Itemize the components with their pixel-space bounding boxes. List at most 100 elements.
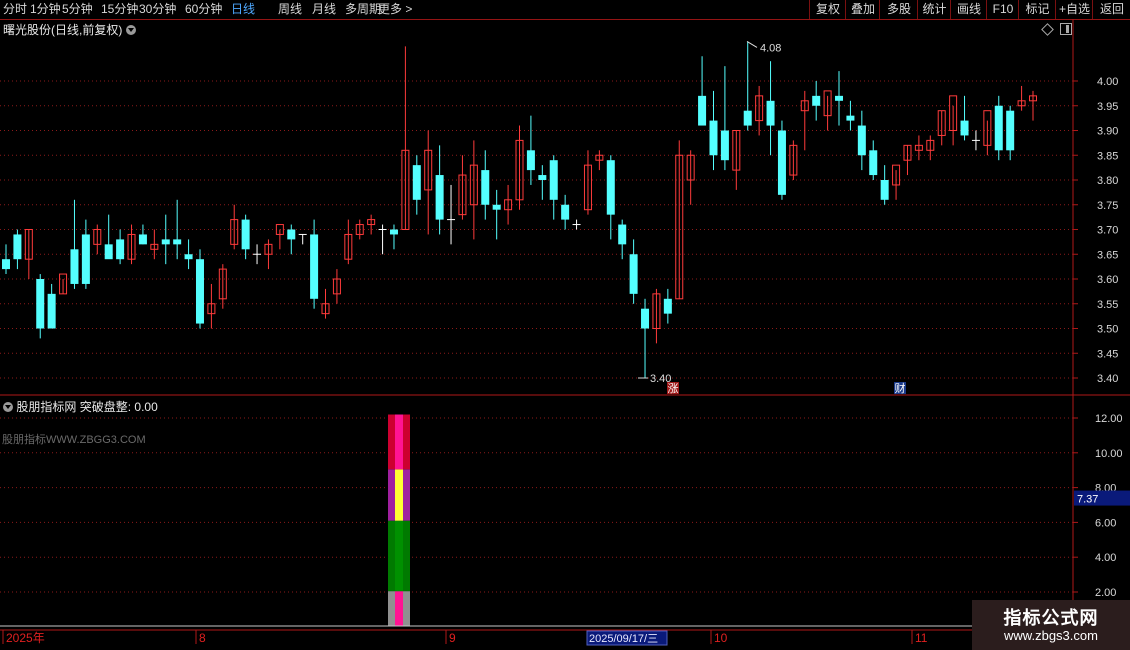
candle-body <box>36 279 45 329</box>
candle-body <box>606 160 615 215</box>
candle-body <box>412 165 421 200</box>
indicator-bar-inner <box>395 469 403 521</box>
logo-line2: www.zbgs3.com <box>1004 628 1098 643</box>
candle-body <box>2 259 10 270</box>
candle-body <box>743 110 752 126</box>
toolbar-button-7[interactable]: +自选 <box>1055 0 1093 19</box>
candle-body <box>195 259 204 324</box>
candle-body <box>994 105 1003 151</box>
top-toolbar: 分时 1分钟 5分钟 15分钟 30分钟 60分钟 日线 周线 月线 多周期 更多 > 复权 叠加 多股… <box>0 0 1130 20</box>
indicator-chart[interactable]: 12.0010.008.006.004.002.007.37 <box>0 396 1130 629</box>
time-axis: 2025年 8 9 10 11 2025/09/17/三 <box>0 629 1130 646</box>
event-mark-1: 财 <box>895 381 906 395</box>
candle-body <box>720 130 729 161</box>
tab-period-7[interactable]: 周线 <box>278 2 302 17</box>
y-tick-label: 3.60 <box>1097 274 1118 286</box>
candle-body <box>538 175 547 180</box>
tab-period-6[interactable]: 日线 <box>231 2 255 17</box>
candle-body <box>766 100 775 126</box>
indicator-bar-inner <box>395 591 403 626</box>
tab-period-9[interactable]: 多周期 <box>345 2 381 17</box>
y-tick-label: 3.45 <box>1097 348 1118 360</box>
candle-body <box>812 95 821 106</box>
price-chart[interactable]: 4.00 3.95 3.90 3.85 3.80 3.75 3.70 3.65 3.60 3.55… <box>0 19 1130 396</box>
tab-period-10[interactable]: 更多 > <box>378 2 412 17</box>
candle-body <box>310 234 319 299</box>
candle-body <box>138 234 147 245</box>
candle-body <box>104 244 113 260</box>
candle-body <box>835 95 844 101</box>
y-tick-label: 3.75 <box>1097 200 1118 212</box>
event-mark-0: 涨 <box>668 382 679 395</box>
toolbar-button-5[interactable]: F10 <box>986 0 1019 19</box>
candle-body <box>526 150 535 171</box>
candle-body <box>857 125 866 156</box>
logo-line1: 指标公式网 <box>1003 608 1099 628</box>
time-label-1: 8 <box>199 631 206 645</box>
toolbar-button-3[interactable]: 统计 <box>917 0 951 19</box>
y-tick-label: 12.00 <box>1095 413 1123 425</box>
y-tick-label: 3.55 <box>1097 299 1118 311</box>
time-label-0: 2025年 <box>6 631 45 645</box>
y-tick-label: 3.85 <box>1097 150 1118 162</box>
toolbar-button-1[interactable]: 叠加 <box>845 0 880 19</box>
candle-body <box>81 234 90 284</box>
candle-body <box>960 120 969 136</box>
candle-body <box>709 120 718 156</box>
site-logo: 指标公式网 www.zbgs3.com <box>972 600 1130 650</box>
tab-period-1[interactable]: 1分钟 <box>30 2 61 17</box>
candle-body <box>173 239 182 245</box>
y-tick-label: 3.95 <box>1097 101 1118 113</box>
y-tick-label: 3.65 <box>1097 249 1118 261</box>
candle-body <box>869 150 878 176</box>
toolbar-button-6[interactable]: 标记 <box>1018 0 1056 19</box>
y-tick-label: 3.80 <box>1097 175 1118 187</box>
y-tick-label: 4.00 <box>1097 76 1118 88</box>
high-marker-line <box>746 40 758 48</box>
candle-body <box>241 219 250 250</box>
y-tick-label: 10.00 <box>1095 448 1123 460</box>
tab-period-2[interactable]: 5分钟 <box>62 2 93 17</box>
candle-body <box>618 224 627 245</box>
toolbar-button-8[interactable]: 返回 <box>1092 0 1130 19</box>
candle-body <box>492 204 501 210</box>
candle-body <box>184 254 193 260</box>
tab-period-0[interactable]: 分时 <box>3 2 27 17</box>
tab-period-4[interactable]: 30分钟 <box>139 2 176 17</box>
time-label-4: 11 <box>915 631 928 645</box>
candle-body <box>435 175 444 220</box>
candle-body <box>481 170 490 205</box>
candle-body <box>116 239 125 260</box>
candle-body <box>70 249 79 284</box>
candle-body <box>641 308 650 329</box>
candle-body <box>561 204 570 220</box>
y-tick-label: 3.90 <box>1097 126 1118 138</box>
candle-body <box>13 234 22 260</box>
y-tick-label: 6.00 <box>1095 517 1116 529</box>
candle-body <box>549 160 558 200</box>
cursor-date: 2025/09/17/三 <box>589 633 658 645</box>
candle-body <box>1006 110 1015 151</box>
candle-body <box>777 130 786 195</box>
candle-body <box>161 239 170 245</box>
candle-body <box>47 293 56 329</box>
candle-body <box>880 180 889 200</box>
time-label-2: 9 <box>449 631 456 645</box>
candle-body <box>287 229 296 240</box>
toolbar-button-2[interactable]: 多股 <box>879 0 918 19</box>
candle-body <box>846 115 855 121</box>
y-tick-label: 3.70 <box>1097 225 1118 237</box>
candle-body <box>698 95 707 126</box>
candle-body <box>629 254 638 294</box>
y-tick-label: 3.40 <box>1097 373 1118 385</box>
tab-period-8[interactable]: 月线 <box>312 2 336 17</box>
toolbar-button-0[interactable]: 复权 <box>809 0 846 19</box>
y-tick-label: 4.00 <box>1095 552 1116 564</box>
candle-body <box>389 229 398 235</box>
tab-period-5[interactable]: 60分钟 <box>185 2 222 17</box>
indicator-bar-inner <box>395 414 403 470</box>
y-tick-label: 2.00 <box>1095 587 1116 599</box>
toolbar-button-4[interactable]: 画线 <box>950 0 987 19</box>
tab-period-3[interactable]: 15分钟 <box>101 2 138 17</box>
indicator-bar-inner <box>395 520 403 592</box>
